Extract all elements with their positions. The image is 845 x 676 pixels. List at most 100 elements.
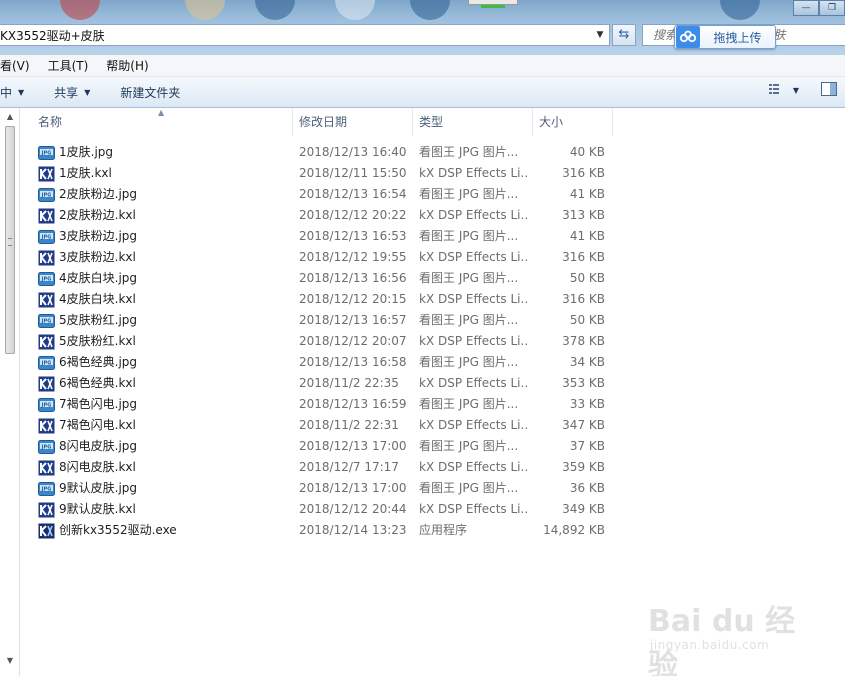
svg-text:JPG: JPG: [41, 276, 52, 282]
file-name[interactable]: 3皮肤粉边.jpg: [59, 226, 137, 247]
address-path[interactable]: KX3552驱动+皮肤: [0, 27, 591, 44]
file-row[interactable]: 创新kx3552驱动.exe 2018/12/14 13:23 应用程序 14,892…: [21, 520, 845, 541]
file-type: 看图王 JPG 图片...: [419, 313, 519, 327]
svg-text:JPG: JPG: [41, 486, 52, 492]
file-row[interactable]: 6褐色经典.kxl 2018/11/2 22:35 kX DSP Effects L…: [21, 373, 845, 394]
nav-scrollbar[interactable]: ▲ ▼: [3, 110, 17, 670]
command-bar: 中 ▼ 共享 ▼ 新建文件夹 ▼: [0, 77, 845, 108]
file-type: kX DSP Effects Li...: [419, 376, 527, 390]
file-date: 2018/12/12 19:55: [299, 250, 407, 264]
file-row[interactable]: JPG 7褐色闪电.jpg 2018/12/13 16:59 看图王 JPG 图片..…: [21, 394, 845, 415]
file-name[interactable]: 6褐色经典.kxl: [59, 373, 136, 394]
file-row[interactable]: 2皮肤粉边.kxl 2018/12/12 20:22 kX DSP Effects …: [21, 205, 845, 226]
chevron-down-icon: ▼: [84, 87, 91, 97]
drag-upload-button[interactable]: 拖拽上传: [674, 25, 776, 49]
file-name[interactable]: 4皮肤白块.kxl: [59, 289, 136, 310]
scroll-thumb[interactable]: [5, 126, 15, 354]
watermark-url: jingyan.baidu.com: [650, 638, 770, 652]
file-row[interactable]: JPG 6褐色经典.jpg 2018/12/13 16:58 看图王 JPG 图片..…: [21, 352, 845, 373]
file-date: 2018/12/13 17:00: [299, 481, 407, 495]
file-type: 看图王 JPG 图片...: [419, 145, 519, 159]
watermark-brand: Bai du 经验: [648, 604, 796, 676]
file-name[interactable]: 2皮肤粉边.jpg: [59, 184, 137, 205]
file-size: 41 KB: [569, 229, 605, 243]
scroll-up-icon[interactable]: ▲: [3, 110, 17, 124]
maximize-button[interactable]: ❐: [819, 0, 845, 16]
scroll-down-icon[interactable]: ▼: [3, 654, 17, 668]
file-type: kX DSP Effects Li...: [419, 166, 527, 180]
file-type: kX DSP Effects Li...: [419, 250, 527, 264]
file-type: 看图王 JPG 图片...: [419, 271, 519, 285]
column-header-size[interactable]: 大小: [533, 108, 613, 136]
svg-text:JPG: JPG: [41, 192, 52, 198]
file-row[interactable]: JPG 4皮肤白块.jpg 2018/12/13 16:56 看图王 JPG 图片..…: [21, 268, 845, 289]
file-date: 2018/12/11 15:50: [299, 166, 407, 180]
svg-text:JPG: JPG: [41, 150, 52, 156]
file-size: 36 KB: [569, 481, 605, 495]
file-name[interactable]: 3皮肤粉边.kxl: [59, 247, 136, 268]
file-row[interactable]: JPG 9默认皮肤.jpg 2018/12/13 17:00 看图王 JPG 图片..…: [21, 478, 845, 499]
desktop-deco: [410, 0, 450, 20]
file-date: 2018/12/12 20:22: [299, 208, 407, 222]
file-name[interactable]: 1皮肤.kxl: [59, 163, 112, 184]
menu-tools[interactable]: 工具(T): [48, 57, 89, 74]
file-row[interactable]: JPG 3皮肤粉边.jpg 2018/12/13 16:53 看图王 JPG 图片..…: [21, 226, 845, 247]
address-bar[interactable]: KX3552驱动+皮肤 ▼: [0, 24, 610, 46]
file-row[interactable]: 1皮肤.kxl 2018/12/11 15:50 kX DSP Effects Li…: [21, 163, 845, 184]
column-header-type[interactable]: 类型: [413, 108, 533, 136]
share-label: 共享: [54, 85, 79, 100]
file-name[interactable]: 8闪电皮肤.jpg: [59, 436, 137, 457]
share-button[interactable]: 共享 ▼: [54, 84, 90, 101]
file-row[interactable]: JPG 5皮肤粉红.jpg 2018/12/13 16:57 看图王 JPG 图片..…: [21, 310, 845, 331]
file-name[interactable]: 7褐色闪电.jpg: [59, 394, 137, 415]
file-date: 2018/12/13 17:00: [299, 439, 407, 453]
file-name[interactable]: 6褐色经典.jpg: [59, 352, 137, 373]
file-row[interactable]: JPG 8闪电皮肤.jpg 2018/12/13 17:00 看图王 JPG 图片..…: [21, 436, 845, 457]
file-name[interactable]: 7褐色闪电.kxl: [59, 415, 136, 436]
preview-pane-icon[interactable]: [821, 82, 837, 99]
file-size: 316 KB: [562, 166, 605, 180]
desktop-deco: [255, 0, 295, 20]
column-header-name[interactable]: 名称: [21, 108, 293, 136]
file-row[interactable]: 9默认皮肤.kxl 2018/12/12 20:44 kX DSP Effects …: [21, 499, 845, 520]
file-row[interactable]: 7褐色闪电.kxl 2018/11/2 22:31 kX DSP Effects L…: [21, 415, 845, 436]
chevron-down-icon[interactable]: ▼: [591, 30, 609, 40]
file-row[interactable]: 8闪电皮肤.kxl 2018/12/7 17:17 kX DSP Effects L…: [21, 457, 845, 478]
menu-help[interactable]: 帮助(H): [106, 57, 148, 74]
file-name[interactable]: 5皮肤粉红.kxl: [59, 331, 136, 352]
grip-icon: [8, 238, 12, 246]
file-type: kX DSP Effects Li...: [419, 502, 527, 516]
file-name[interactable]: 9默认皮肤.kxl: [59, 499, 136, 520]
file-row[interactable]: JPG 2皮肤粉边.jpg 2018/12/13 16:54 看图王 JPG 图片..…: [21, 184, 845, 205]
file-name[interactable]: 2皮肤粉边.kxl: [59, 205, 136, 226]
file-type: 看图王 JPG 图片...: [419, 187, 519, 201]
refresh-icon[interactable]: ⇆: [612, 24, 636, 46]
file-row[interactable]: 4皮肤白块.kxl 2018/12/12 20:15 kX DSP Effects …: [21, 289, 845, 310]
column-header-date[interactable]: 修改日期: [293, 108, 413, 136]
file-name[interactable]: 4皮肤白块.jpg: [59, 268, 137, 289]
jpg-icon: JPG: [38, 187, 55, 203]
file-date: 2018/11/2 22:35: [299, 376, 399, 390]
file-date: 2018/12/13 16:58: [299, 355, 407, 369]
file-size: 40 KB: [569, 145, 605, 159]
chevron-down-icon[interactable]: ▼: [793, 86, 799, 95]
file-size: 313 KB: [562, 208, 605, 222]
file-name[interactable]: 1皮肤.jpg: [59, 142, 113, 163]
file-row[interactable]: 5皮肤粉红.kxl 2018/12/12 20:07 kX DSP Effects …: [21, 331, 845, 352]
menu-view[interactable]: 看(V): [0, 57, 30, 74]
svg-text:JPG: JPG: [41, 402, 52, 408]
file-name[interactable]: 9默认皮肤.jpg: [59, 478, 137, 499]
file-size: 34 KB: [569, 355, 605, 369]
minimize-button[interactable]: —: [793, 0, 819, 16]
file-name[interactable]: 5皮肤粉红.jpg: [59, 310, 137, 331]
view-options-icon[interactable]: [768, 83, 785, 98]
new-folder-button[interactable]: 新建文件夹: [120, 84, 180, 101]
file-type: 看图王 JPG 图片...: [419, 439, 519, 453]
file-name[interactable]: 8闪电皮肤.kxl: [59, 457, 136, 478]
file-type: 看图王 JPG 图片...: [419, 481, 519, 495]
kxl-icon: [38, 418, 55, 434]
file-name[interactable]: 创新kx3552驱动.exe: [59, 520, 177, 541]
file-row[interactable]: JPG 1皮肤.jpg 2018/12/13 16:40 看图王 JPG 图片... 4…: [21, 142, 845, 163]
include-in-library-button[interactable]: 中 ▼: [0, 84, 24, 101]
file-row[interactable]: 3皮肤粉边.kxl 2018/12/12 19:55 kX DSP Effects …: [21, 247, 845, 268]
